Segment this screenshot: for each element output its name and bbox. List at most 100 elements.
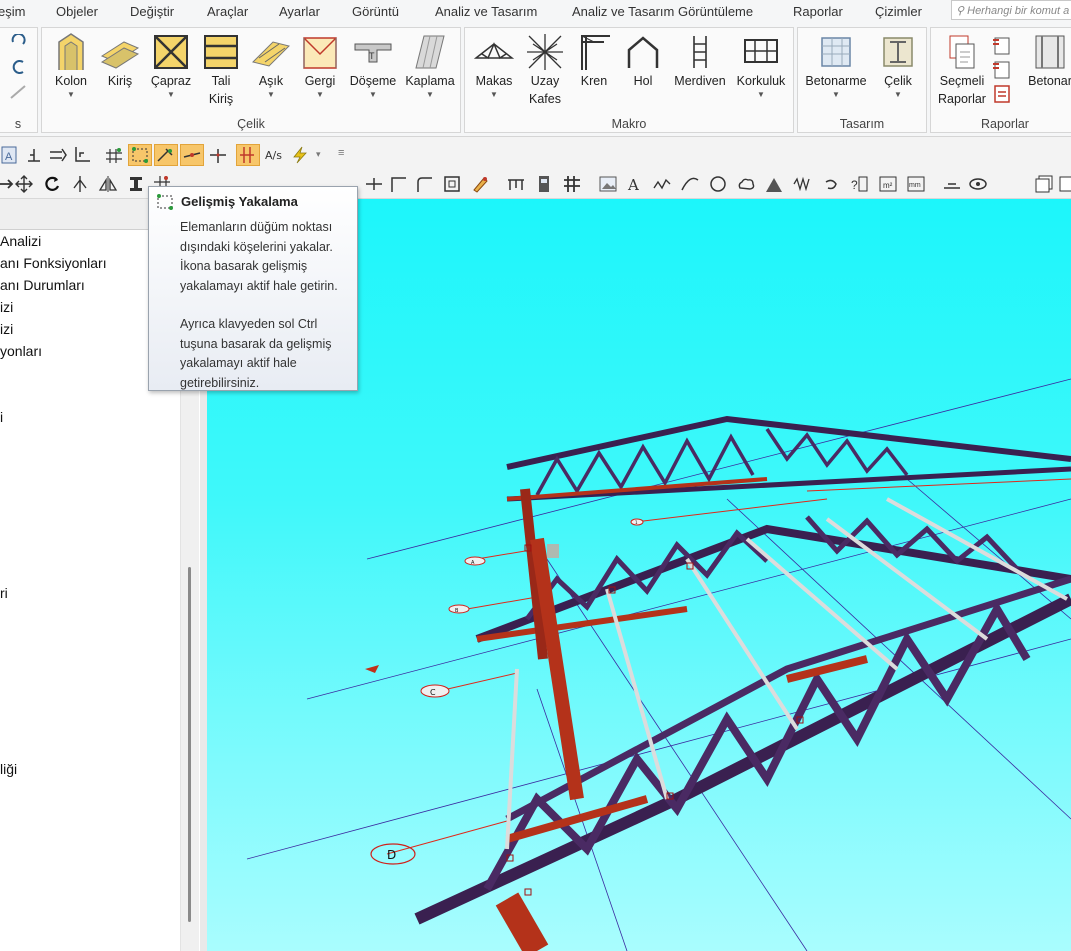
advanced-snap-button[interactable]	[128, 144, 152, 166]
level-icon[interactable]	[942, 174, 962, 194]
copy-window-icon[interactable]	[1034, 174, 1054, 194]
cloud-icon[interactable]	[736, 174, 756, 194]
kolon-button[interactable]: Kolon ▼	[46, 32, 96, 100]
trim-icon[interactable]	[364, 174, 384, 194]
mirror-icon[interactable]	[98, 174, 118, 194]
side-item[interactable]: ri	[0, 585, 8, 601]
chevron-down-icon: ▼	[67, 90, 75, 99]
small-tools-icon[interactable]	[7, 34, 29, 104]
hol-button[interactable]: Hol	[619, 32, 667, 90]
doseme-button[interactable]: T Döşeme ▼	[346, 32, 400, 100]
purlin-icon	[252, 41, 290, 67]
purlins	[505, 497, 1068, 850]
menu-analiz-tasarim-goruntuleme[interactable]: Analiz ve Tasarım Görüntüleme	[572, 4, 753, 19]
secmeli-raporlar-button[interactable]: Seçmeli Raporlar	[933, 32, 991, 108]
menu-araclar[interactable]: Araçlar	[207, 4, 248, 19]
svg-text:?: ?	[851, 178, 858, 192]
arc-icon[interactable]	[680, 174, 700, 194]
menu-ayarlar[interactable]: Ayarlar	[279, 4, 320, 19]
column-section-icon[interactable]	[534, 174, 554, 194]
menu-objeler[interactable]: Objeler	[56, 4, 98, 19]
side-item[interactable]: izi	[0, 321, 13, 337]
toolbar-overflow-icon[interactable]: ≡	[338, 147, 344, 159]
corner-snap-icon[interactable]	[72, 145, 92, 165]
korkuluk-button[interactable]: Korkuluk ▼	[731, 32, 791, 100]
perpendicular-snap-icon[interactable]	[24, 145, 44, 165]
undo-arc-icon[interactable]	[820, 174, 840, 194]
kiris-button[interactable]: Kiriş	[98, 32, 142, 90]
frame-icon[interactable]	[442, 174, 462, 194]
menu-degistir[interactable]: Değiştir	[130, 4, 174, 19]
align-icon[interactable]	[70, 174, 90, 194]
column-icon	[58, 33, 84, 70]
menu-raporlar[interactable]: Raporlar	[793, 4, 843, 19]
table-grid-icon[interactable]	[562, 174, 582, 194]
side-item[interactable]: izi	[0, 299, 13, 315]
command-search-input[interactable]: ⚲ Herhangi bir komut a	[951, 0, 1071, 20]
snap-tool-button-4[interactable]	[236, 144, 260, 166]
axis-label-c: C	[430, 688, 436, 697]
side-item[interactable]: anı Durumları	[0, 277, 85, 293]
text-box-icon[interactable]: A	[0, 145, 20, 165]
report-tools-icon[interactable]	[991, 34, 1013, 104]
text-icon[interactable]: A	[624, 174, 644, 194]
chevron-down-icon: ▼	[316, 90, 324, 99]
pencil-icon[interactable]	[470, 174, 490, 194]
scrollbar-thumb[interactable]	[188, 567, 191, 922]
hatch-icon[interactable]	[764, 174, 784, 194]
move-icon[interactable]	[14, 174, 34, 194]
beam-icon	[100, 41, 140, 69]
midpoint-snap-icon	[183, 152, 201, 158]
parallel-snap-icon[interactable]	[48, 145, 68, 165]
tali-kiris-button[interactable]: Tali Kiriş	[198, 32, 244, 108]
circle-icon[interactable]	[708, 174, 728, 194]
side-item[interactable]: anı Fonksiyonları	[0, 255, 107, 271]
spring-icon[interactable]	[792, 174, 812, 194]
kren-label: Kren	[580, 74, 608, 88]
text-style-icon[interactable]: A/s	[264, 145, 284, 165]
menu-goruntu[interactable]: Görüntü	[352, 4, 399, 19]
chevron-down-icon: ▼	[167, 90, 175, 99]
menu-analiz-tasarim[interactable]: Analiz ve Tasarım	[435, 4, 537, 19]
view-icon[interactable]	[968, 174, 988, 194]
area-icon[interactable]: m²	[878, 174, 898, 194]
window-icon[interactable]	[1058, 174, 1071, 194]
distance-icon[interactable]: mm	[906, 174, 926, 194]
side-item[interactable]: yonları	[0, 343, 42, 359]
side-item[interactable]: Analizi	[0, 233, 41, 249]
kaplama-button[interactable]: Kaplama ▼	[402, 32, 458, 100]
polyline-icon[interactable]	[652, 174, 672, 194]
menu-cizimler[interactable]: Çizimler	[875, 4, 922, 19]
snap-tool-button-2[interactable]	[154, 144, 178, 166]
doseme-label: Döşeme	[349, 74, 397, 88]
makas-button[interactable]: Makas ▼	[469, 32, 519, 100]
dimension-icon[interactable]	[506, 174, 526, 194]
axis-bubble-B	[448, 604, 470, 614]
tali-kiris-label: Tali Kiriş	[208, 74, 234, 106]
chevron-down-icon[interactable]: ▾	[316, 149, 321, 160]
snap-tool-button-3[interactable]	[180, 144, 204, 166]
side-item[interactable]: liği	[0, 761, 17, 777]
side-item[interactable]: i	[0, 409, 3, 425]
grid-snap-icon[interactable]	[104, 145, 124, 165]
celik-design-button[interactable]: Çelik ▼	[874, 32, 922, 100]
extend-icon[interactable]	[388, 174, 408, 194]
query-icon[interactable]: ?	[850, 174, 870, 194]
betonarme-report-button[interactable]: Betonar	[1019, 32, 1071, 90]
asik-button[interactable]: Aşık ▼	[248, 32, 294, 100]
merdiven-button[interactable]: Merdiven	[669, 32, 731, 90]
menu-cizim[interactable]: eşim	[0, 4, 25, 19]
image-icon[interactable]	[598, 174, 618, 194]
rotate-icon[interactable]	[42, 174, 62, 194]
chevron-down-icon: ▼	[757, 90, 765, 99]
capraz-button[interactable]: Çapraz ▼	[146, 32, 196, 100]
gergi-button[interactable]: Gergi ▼	[296, 32, 344, 100]
uzay-kafes-button[interactable]: Uzay Kafes	[521, 32, 569, 108]
intersection-snap-icon[interactable]	[208, 145, 228, 165]
selected-node-highlight	[547, 544, 559, 558]
lightning-icon[interactable]	[290, 145, 310, 165]
fillet-icon[interactable]	[414, 174, 434, 194]
kren-button[interactable]: Kren	[571, 32, 617, 90]
betonarme-design-button[interactable]: Betonarme ▼	[800, 32, 872, 100]
section-icon[interactable]	[126, 174, 146, 194]
